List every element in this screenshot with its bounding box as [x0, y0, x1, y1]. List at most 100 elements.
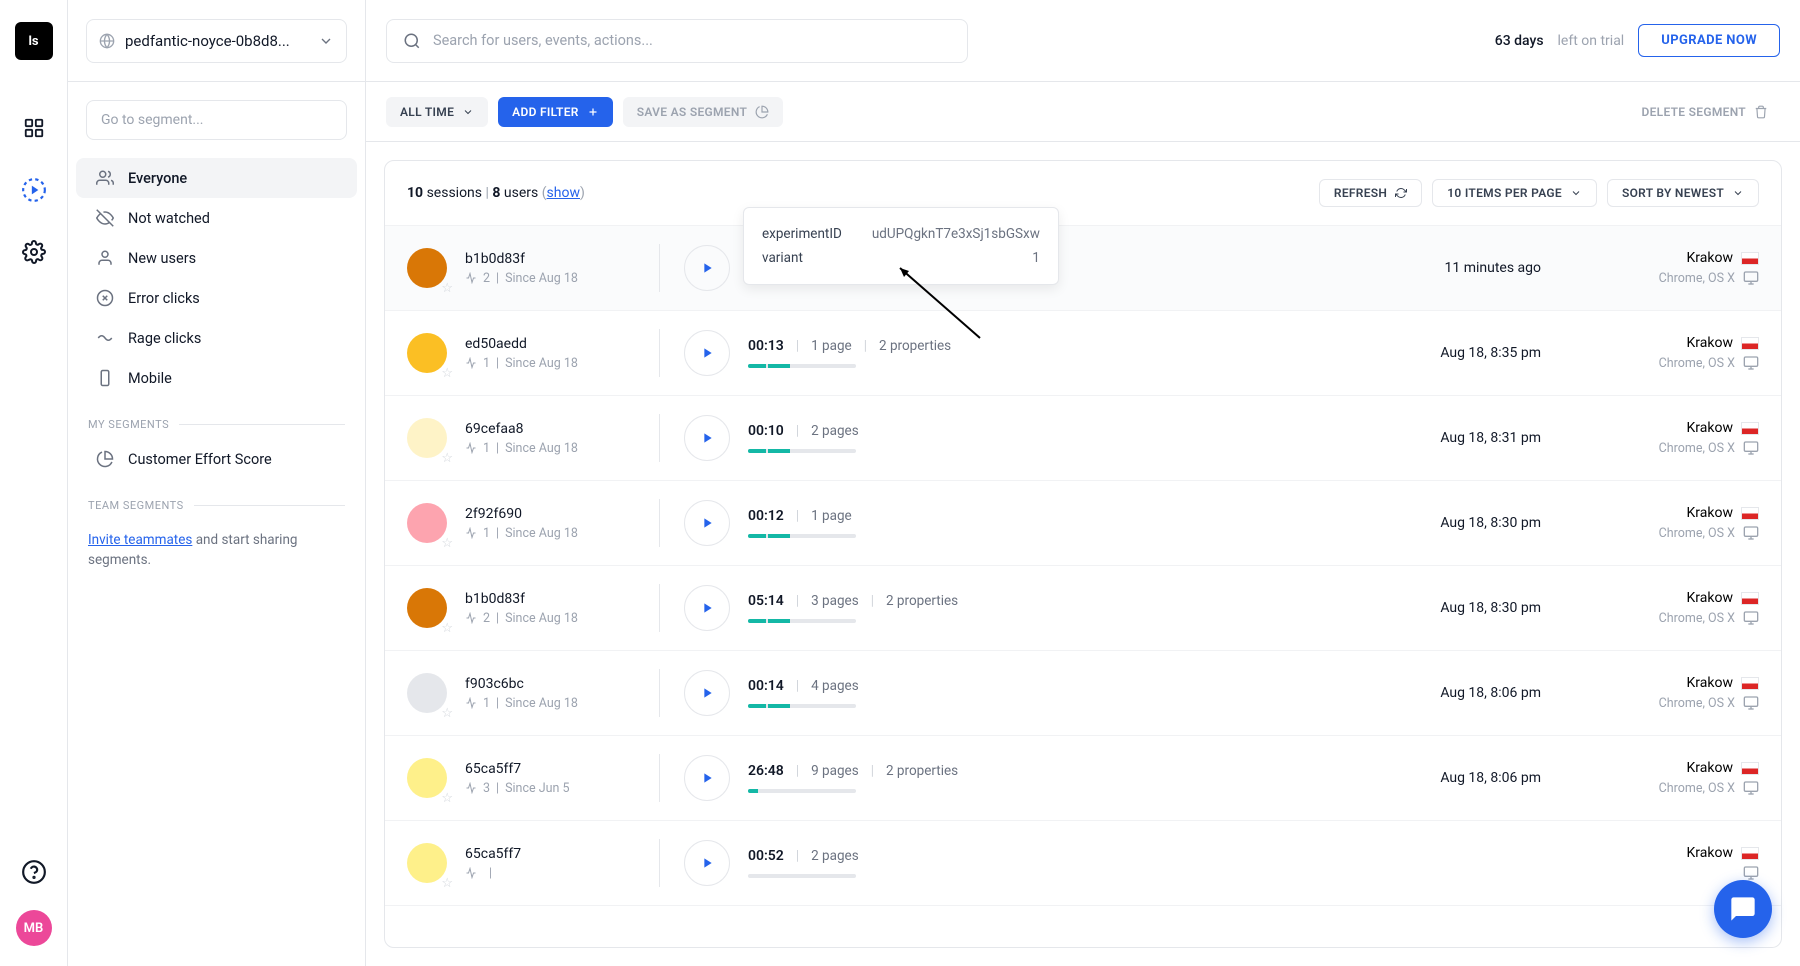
- rage-icon: [96, 329, 114, 347]
- user-avatar-icon[interactable]: [407, 503, 447, 543]
- user-avatar[interactable]: MB: [16, 910, 52, 946]
- play-icon: [699, 430, 715, 446]
- rail-settings[interactable]: [12, 230, 56, 274]
- location-col: Krakow Chrome, OS X: [1559, 335, 1759, 371]
- session-row[interactable]: b1b0d83f 2|Since Aug 18 00:14 | 1 page |…: [385, 226, 1781, 311]
- play-button[interactable]: [684, 330, 730, 376]
- city: Krakow: [1687, 760, 1733, 776]
- globe-icon: [99, 33, 115, 49]
- monitor-icon: [1743, 610, 1759, 626]
- user-agent: Chrome, OS X: [1659, 781, 1735, 796]
- session-row[interactable]: ed50aedd 1|Since Aug 18 00:13 | 1 page |…: [385, 311, 1781, 396]
- invite-link[interactable]: Invite teammates: [88, 532, 192, 548]
- session-row[interactable]: 69cefaa8 1|Since Aug 18 00:10 | 2 pages …: [385, 396, 1781, 481]
- time-filter[interactable]: ALL TIME: [386, 97, 488, 127]
- delete-segment-button[interactable]: DELETE SEGMENT: [1629, 99, 1780, 125]
- user-avatar-icon[interactable]: [407, 843, 447, 883]
- sidebar: pedfantic-noyce-0b8d8... Go to segment..…: [68, 0, 366, 966]
- segment-label: Not watched: [128, 210, 210, 227]
- session-mid: 05:14 | 3 pages |2 properties: [748, 593, 1343, 623]
- user-id: 65ca5ff7: [465, 761, 635, 777]
- activity-bar: [748, 364, 856, 368]
- sessions-count-icon: [465, 612, 477, 624]
- sort-select[interactable]: SORT BY NEWEST: [1607, 179, 1759, 207]
- show-users-link[interactable]: show: [547, 185, 580, 201]
- trial-days: 63 days: [1495, 33, 1544, 49]
- project-selector[interactable]: pedfantic-noyce-0b8d8...: [86, 19, 347, 63]
- session-row[interactable]: 65ca5ff7 3|Since Jun 5 26:48 | 9 pages |…: [385, 736, 1781, 821]
- sessions-panel: 10 sessions | 8 users (show) REFRESH 10 …: [384, 160, 1782, 948]
- session-row[interactable]: b1b0d83f 2|Since Aug 18 05:14 | 3 pages …: [385, 566, 1781, 651]
- play-button[interactable]: [684, 415, 730, 461]
- session-mid: 00:14 | 4 pages: [748, 678, 1343, 708]
- segment-rage-clicks[interactable]: Rage clicks: [76, 318, 357, 358]
- rail-dashboard[interactable]: [12, 106, 56, 150]
- activity-bar: [748, 874, 856, 878]
- session-row[interactable]: 2f92f690 1|Since Aug 18 00:12 | 1 page A…: [385, 481, 1781, 566]
- per-page-select[interactable]: 10 ITEMS PER PAGE: [1432, 179, 1597, 207]
- user-avatar-icon[interactable]: [407, 248, 447, 288]
- rail-help[interactable]: [12, 850, 56, 894]
- session-mid: 00:12 | 1 page: [748, 508, 1343, 538]
- segment-mobile[interactable]: Mobile: [76, 358, 357, 398]
- play-button[interactable]: [684, 585, 730, 631]
- session-row[interactable]: 65ca5ff7 | 00:52 | 2 pages Krakow: [385, 821, 1781, 906]
- chat-fab[interactable]: [1714, 880, 1772, 938]
- flag-icon: [1741, 337, 1759, 350]
- user-agent: Chrome, OS X: [1659, 441, 1735, 456]
- play-icon: [699, 260, 715, 276]
- user-avatar-icon[interactable]: [407, 588, 447, 628]
- team-segments-header: TEAM SEGMENTS: [68, 479, 365, 520]
- segment-error-clicks[interactable]: Error clicks: [76, 278, 357, 318]
- user-avatar-icon[interactable]: [407, 673, 447, 713]
- upgrade-button[interactable]: UPGRADE NOW: [1638, 24, 1780, 57]
- save-segment-button[interactable]: SAVE AS SEGMENT: [623, 97, 783, 127]
- app-logo[interactable]: ls: [15, 22, 53, 60]
- segment-new-users[interactable]: New users: [76, 238, 357, 278]
- segment-ces[interactable]: Customer Effort Score: [76, 439, 357, 479]
- location-col: Krakow Chrome, OS X: [1559, 505, 1759, 541]
- sessions-count-icon: [465, 357, 477, 369]
- segment-everyone[interactable]: Everyone: [76, 158, 357, 198]
- session-mid: 00:13 | 1 page |2 properties: [748, 338, 1343, 368]
- refresh-button[interactable]: REFRESH: [1319, 179, 1422, 207]
- page-count: 2 pages: [811, 423, 859, 439]
- play-button[interactable]: [684, 245, 730, 291]
- monitor-icon: [1743, 355, 1759, 371]
- trial-status: 63 days left on trial UPGRADE NOW: [1495, 24, 1780, 57]
- page-count: 4 pages: [811, 678, 859, 694]
- play-button[interactable]: [684, 840, 730, 886]
- location-col: Krakow Chrome, OS X: [1559, 250, 1759, 286]
- segment-label: Everyone: [128, 170, 187, 187]
- user-meta: 1|Since Aug 18: [465, 441, 635, 456]
- page-count: 2 pages: [811, 848, 859, 864]
- global-search-input[interactable]: Search for users, events, actions...: [386, 19, 968, 63]
- play-button[interactable]: [684, 755, 730, 801]
- segment-not-watched[interactable]: Not watched: [76, 198, 357, 238]
- play-button[interactable]: [684, 670, 730, 716]
- sessions-count-icon: [465, 272, 477, 284]
- gear-icon: [22, 240, 46, 264]
- session-row[interactable]: f903c6bc 1|Since Aug 18 00:14 | 4 pages …: [385, 651, 1781, 736]
- add-filter-button[interactable]: ADD FILTER: [498, 97, 613, 127]
- session-time: 11 minutes ago: [1361, 260, 1541, 276]
- segment-search-input[interactable]: Go to segment...: [86, 100, 347, 140]
- rail-sessions[interactable]: [12, 168, 56, 212]
- segment-label: Rage clicks: [128, 330, 201, 347]
- user-avatar-icon[interactable]: [407, 333, 447, 373]
- plus-icon: [587, 106, 599, 118]
- sessions-count-icon: [465, 697, 477, 709]
- duration: 05:14: [748, 593, 784, 609]
- activity-bar: [748, 704, 856, 708]
- play-button[interactable]: [684, 500, 730, 546]
- segment-icon: [755, 105, 769, 119]
- segment-list: Everyone Not watched New users Error cli…: [68, 158, 365, 398]
- pie-icon: [96, 450, 114, 468]
- user-avatar-icon[interactable]: [407, 418, 447, 458]
- flag-icon: [1741, 592, 1759, 605]
- user-col: 65ca5ff7 |: [465, 846, 635, 881]
- user-avatar-icon[interactable]: [407, 758, 447, 798]
- flag-icon: [1741, 762, 1759, 775]
- page-count: 1 page: [811, 508, 852, 524]
- user-id: f903c6bc: [465, 676, 635, 692]
